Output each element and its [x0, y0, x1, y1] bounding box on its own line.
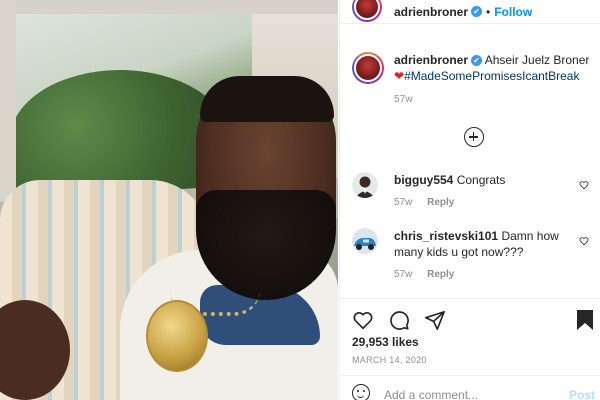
comment-body: chris_ristevski101 Damn how many kids u … [394, 228, 574, 283]
emoji-icon[interactable] [352, 384, 370, 400]
separator-dot: • [486, 4, 491, 19]
heart-icon[interactable] [352, 309, 374, 331]
photo-window-frame-left [0, 0, 16, 220]
comment-username[interactable]: chris_ristevski101 [394, 229, 498, 243]
load-more-comments-icon[interactable] [464, 127, 484, 147]
comment-avatar[interactable] [352, 228, 378, 254]
caption-time[interactable]: 57w [394, 92, 597, 108]
comment-avatar-image [352, 228, 378, 254]
comment-item: chris_ristevski101 Damn how many kids u … [352, 228, 597, 283]
comment-username[interactable]: bigguy554 [394, 173, 453, 187]
avatar-image [354, 54, 382, 82]
comment-body: bigguy554 Congrats 57w Reply [394, 172, 574, 211]
reply-button[interactable]: Reply [427, 197, 454, 208]
comment-avatar-image [352, 172, 378, 198]
comment-text: Congrats [456, 173, 506, 187]
comment-like-icon[interactable] [579, 236, 589, 246]
post-actions: 29,953 likes MARCH 14, 2020 Add a commen… [340, 298, 600, 400]
likes-count[interactable]: 29,953 likes [352, 335, 419, 349]
avatar-image [354, 0, 380, 20]
comment-like-icon[interactable] [579, 180, 589, 190]
comment-meta: 57w Reply [394, 267, 574, 283]
post-header: adrienbroner ✔ • Follow [340, 0, 600, 24]
verified-badge-icon: ✔ [471, 55, 483, 66]
header-username[interactable]: adrienbroner [394, 5, 468, 19]
comment-avatar[interactable] [352, 172, 378, 198]
caption-avatar[interactable] [352, 52, 384, 84]
bookmark-icon[interactable] [575, 309, 595, 331]
add-comment-input[interactable]: Add a comment... [384, 388, 478, 400]
header-user-line: adrienbroner ✔ • Follow [394, 5, 532, 19]
comment-time[interactable]: 57w [394, 197, 412, 208]
caption-hashtag[interactable]: #MadeSomePromisesIcantBreak [404, 69, 579, 83]
caption-text: Ahseir Juelz Broner [484, 53, 590, 67]
heart-emoji: ❤ [394, 69, 405, 83]
reply-button[interactable]: Reply [427, 269, 454, 280]
comment-item: bigguy554 Congrats 57w Reply [352, 172, 597, 211]
action-icons [352, 309, 446, 331]
verified-badge-icon: ✔ [471, 6, 483, 17]
comment-time[interactable]: 57w [394, 269, 412, 280]
photo-pendant [146, 300, 208, 372]
comment-meta: 57w Reply [394, 195, 574, 211]
post-date: MARCH 14, 2020 [352, 355, 427, 365]
add-comment-bar: Add a comment... Post [340, 375, 600, 400]
photo-hair [200, 76, 334, 122]
caption-username[interactable]: adrienbroner [394, 53, 468, 67]
post-photo[interactable] [0, 0, 338, 400]
post-side-panel: adrienbroner ✔ • Follow adrienbroner ✔ Ah… [339, 0, 600, 400]
share-icon[interactable] [424, 309, 446, 331]
follow-button[interactable]: Follow [494, 5, 532, 19]
post-comment-button[interactable]: Post [569, 388, 595, 400]
photo-window-frame-top [0, 0, 338, 14]
post-caption: adrienbroner ✔ Ahseir Juelz Broner ❤#Made… [352, 52, 597, 108]
caption-body: adrienbroner ✔ Ahseir Juelz Broner ❤#Made… [394, 52, 597, 108]
header-avatar[interactable] [352, 0, 382, 22]
comment-icon[interactable] [388, 309, 410, 331]
